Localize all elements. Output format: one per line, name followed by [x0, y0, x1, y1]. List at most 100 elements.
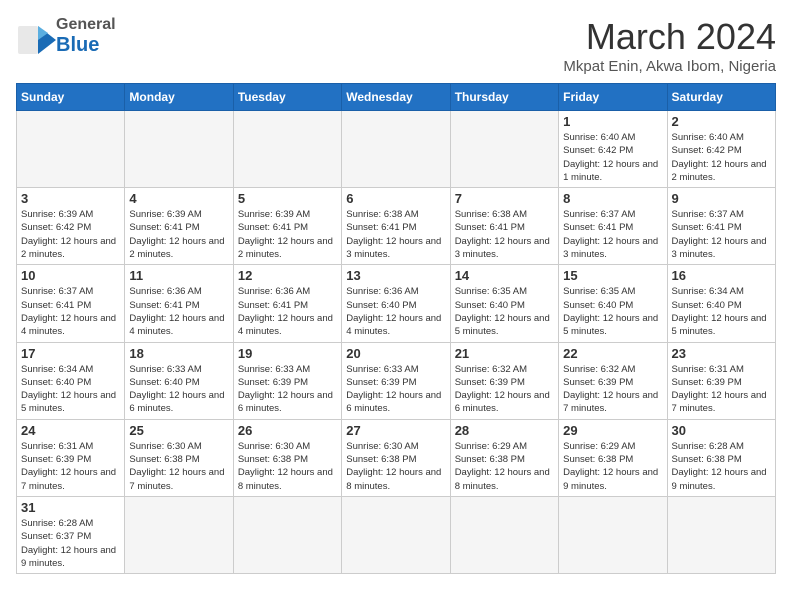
day-info: Sunrise: 6:31 AMSunset: 6:39 PMDaylight:…: [21, 440, 120, 493]
logo-area: General Blue: [16, 16, 116, 56]
day-info: Sunrise: 6:36 AMSunset: 6:41 PMDaylight:…: [129, 285, 228, 338]
month-title: March 2024: [563, 16, 776, 58]
day-info: Sunrise: 6:32 AMSunset: 6:39 PMDaylight:…: [455, 363, 554, 416]
title-area: March 2024 Mkpat Enin, Akwa Ibom, Nigeri…: [563, 16, 776, 75]
day-number: 9: [672, 191, 771, 206]
calendar-day-cell: 31 Sunrise: 6:28 AMSunset: 6:37 PMDayligh…: [17, 496, 125, 573]
calendar-day-cell: 8 Sunrise: 6:37 AMSunset: 6:41 PMDaylight…: [559, 188, 667, 265]
day-number: 13: [346, 268, 445, 283]
calendar-day-cell: 21 Sunrise: 6:32 AMSunset: 6:39 PMDayligh…: [450, 342, 558, 419]
day-info: Sunrise: 6:28 AMSunset: 6:37 PMDaylight:…: [21, 517, 120, 570]
day-number: 6: [346, 191, 445, 206]
calendar-day-cell: [17, 111, 125, 188]
day-number: 8: [563, 191, 662, 206]
weekday-header-monday: Monday: [125, 84, 233, 111]
calendar-week-row: 31 Sunrise: 6:28 AMSunset: 6:37 PMDayligh…: [17, 496, 776, 573]
day-number: 3: [21, 191, 120, 206]
day-info: Sunrise: 6:34 AMSunset: 6:40 PMDaylight:…: [672, 285, 771, 338]
weekday-header-friday: Friday: [559, 84, 667, 111]
day-number: 26: [238, 423, 337, 438]
day-number: 2: [672, 114, 771, 129]
day-number: 7: [455, 191, 554, 206]
calendar-day-cell: 29Sunrise: 6:29 AMSunset: 6:38 PMDayligh…: [559, 419, 667, 496]
day-info: Sunrise: 6:39 AMSunset: 6:41 PMDaylight:…: [129, 208, 228, 261]
day-info: Sunrise: 6:40 AMSunset: 6:42 PMDaylight:…: [672, 131, 771, 184]
calendar-day-cell: 26 Sunrise: 6:30 AMSunset: 6:38 PMDayligh…: [233, 419, 341, 496]
day-info: Sunrise: 6:37 AMSunset: 6:41 PMDaylight:…: [21, 285, 120, 338]
calendar-day-cell: 2 Sunrise: 6:40 AMSunset: 6:42 PMDaylight…: [667, 111, 775, 188]
day-number: 17: [21, 346, 120, 361]
day-number: 27: [346, 423, 445, 438]
calendar-day-cell: [450, 111, 558, 188]
calendar-day-cell: 18 Sunrise: 6:33 AMSunset: 6:40 PMDayligh…: [125, 342, 233, 419]
day-info: Sunrise: 6:29 AMSunset: 6:38 PMDaylight:…: [455, 440, 554, 493]
weekday-header-tuesday: Tuesday: [233, 84, 341, 111]
day-info: Sunrise: 6:28 AMSunset: 6:38 PMDaylight:…: [672, 440, 771, 493]
calendar-day-cell: [342, 111, 450, 188]
logo-general-text: General: [56, 16, 116, 34]
calendar-week-row: 1Sunrise: 6:40 AMSunset: 6:42 PMDaylight…: [17, 111, 776, 188]
day-info: Sunrise: 6:38 AMSunset: 6:41 PMDaylight:…: [346, 208, 445, 261]
day-number: 19: [238, 346, 337, 361]
day-info: Sunrise: 6:33 AMSunset: 6:39 PMDaylight:…: [346, 363, 445, 416]
calendar-day-cell: 13Sunrise: 6:36 AMSunset: 6:40 PMDayligh…: [342, 265, 450, 342]
day-info: Sunrise: 6:29 AMSunset: 6:38 PMDaylight:…: [563, 440, 662, 493]
calendar-day-cell: 20Sunrise: 6:33 AMSunset: 6:39 PMDayligh…: [342, 342, 450, 419]
day-info: Sunrise: 6:37 AMSunset: 6:41 PMDaylight:…: [563, 208, 662, 261]
day-info: Sunrise: 6:37 AMSunset: 6:41 PMDaylight:…: [672, 208, 771, 261]
calendar-day-cell: 16Sunrise: 6:34 AMSunset: 6:40 PMDayligh…: [667, 265, 775, 342]
calendar-day-cell: [342, 496, 450, 573]
day-info: Sunrise: 6:39 AMSunset: 6:41 PMDaylight:…: [238, 208, 337, 261]
logo-icon: [16, 18, 52, 54]
day-number: 10: [21, 268, 120, 283]
weekday-header-wednesday: Wednesday: [342, 84, 450, 111]
calendar-day-cell: 14 Sunrise: 6:35 AMSunset: 6:40 PMDayligh…: [450, 265, 558, 342]
day-info: Sunrise: 6:33 AMSunset: 6:40 PMDaylight:…: [129, 363, 228, 416]
day-info: Sunrise: 6:35 AMSunset: 6:40 PMDaylight:…: [455, 285, 554, 338]
day-info: Sunrise: 6:31 AMSunset: 6:39 PMDaylight:…: [672, 363, 771, 416]
calendar-table: SundayMondayTuesdayWednesdayThursdayFrid…: [16, 83, 776, 574]
calendar-day-cell: 28 Sunrise: 6:29 AMSunset: 6:38 PMDayligh…: [450, 419, 558, 496]
weekday-header-thursday: Thursday: [450, 84, 558, 111]
calendar-day-cell: [233, 111, 341, 188]
day-number: 28: [455, 423, 554, 438]
day-number: 12: [238, 268, 337, 283]
day-info: Sunrise: 6:34 AMSunset: 6:40 PMDaylight:…: [21, 363, 120, 416]
calendar-day-cell: 5 Sunrise: 6:39 AMSunset: 6:41 PMDaylight…: [233, 188, 341, 265]
calendar-day-cell: 24Sunrise: 6:31 AMSunset: 6:39 PMDayligh…: [17, 419, 125, 496]
day-number: 5: [238, 191, 337, 206]
calendar-day-cell: [125, 111, 233, 188]
calendar-day-cell: [450, 496, 558, 573]
day-info: Sunrise: 6:30 AMSunset: 6:38 PMDaylight:…: [129, 440, 228, 493]
day-info: Sunrise: 6:40 AMSunset: 6:42 PMDaylight:…: [563, 131, 662, 184]
day-number: 15: [563, 268, 662, 283]
calendar-day-cell: 9 Sunrise: 6:37 AMSunset: 6:41 PMDaylight…: [667, 188, 775, 265]
day-number: 14: [455, 268, 554, 283]
calendar-day-cell: 17 Sunrise: 6:34 AMSunset: 6:40 PMDayligh…: [17, 342, 125, 419]
calendar-week-row: 10 Sunrise: 6:37 AMSunset: 6:41 PMDayligh…: [17, 265, 776, 342]
day-number: 11: [129, 268, 228, 283]
location-subtitle: Mkpat Enin, Akwa Ibom, Nigeria: [563, 58, 776, 75]
day-info: Sunrise: 6:32 AMSunset: 6:39 PMDaylight:…: [563, 363, 662, 416]
weekday-header-sunday: Sunday: [17, 84, 125, 111]
calendar-day-cell: [559, 496, 667, 573]
day-info: Sunrise: 6:35 AMSunset: 6:40 PMDaylight:…: [563, 285, 662, 338]
calendar-day-cell: [125, 496, 233, 573]
calendar-day-cell: 22Sunrise: 6:32 AMSunset: 6:39 PMDayligh…: [559, 342, 667, 419]
calendar-day-cell: [233, 496, 341, 573]
weekday-header-row: SundayMondayTuesdayWednesdayThursdayFrid…: [17, 84, 776, 111]
calendar-day-cell: 10 Sunrise: 6:37 AMSunset: 6:41 PMDayligh…: [17, 265, 125, 342]
calendar-day-cell: 6 Sunrise: 6:38 AMSunset: 6:41 PMDaylight…: [342, 188, 450, 265]
day-info: Sunrise: 6:38 AMSunset: 6:41 PMDaylight:…: [455, 208, 554, 261]
day-info: Sunrise: 6:30 AMSunset: 6:38 PMDaylight:…: [346, 440, 445, 493]
weekday-header-saturday: Saturday: [667, 84, 775, 111]
calendar-day-cell: 27 Sunrise: 6:30 AMSunset: 6:38 PMDayligh…: [342, 419, 450, 496]
day-number: 21: [455, 346, 554, 361]
calendar-day-cell: 11 Sunrise: 6:36 AMSunset: 6:41 PMDayligh…: [125, 265, 233, 342]
day-number: 4: [129, 191, 228, 206]
calendar-day-cell: 12Sunrise: 6:36 AMSunset: 6:41 PMDayligh…: [233, 265, 341, 342]
day-info: Sunrise: 6:30 AMSunset: 6:38 PMDaylight:…: [238, 440, 337, 493]
day-number: 31: [21, 500, 120, 515]
day-info: Sunrise: 6:39 AMSunset: 6:42 PMDaylight:…: [21, 208, 120, 261]
day-number: 18: [129, 346, 228, 361]
